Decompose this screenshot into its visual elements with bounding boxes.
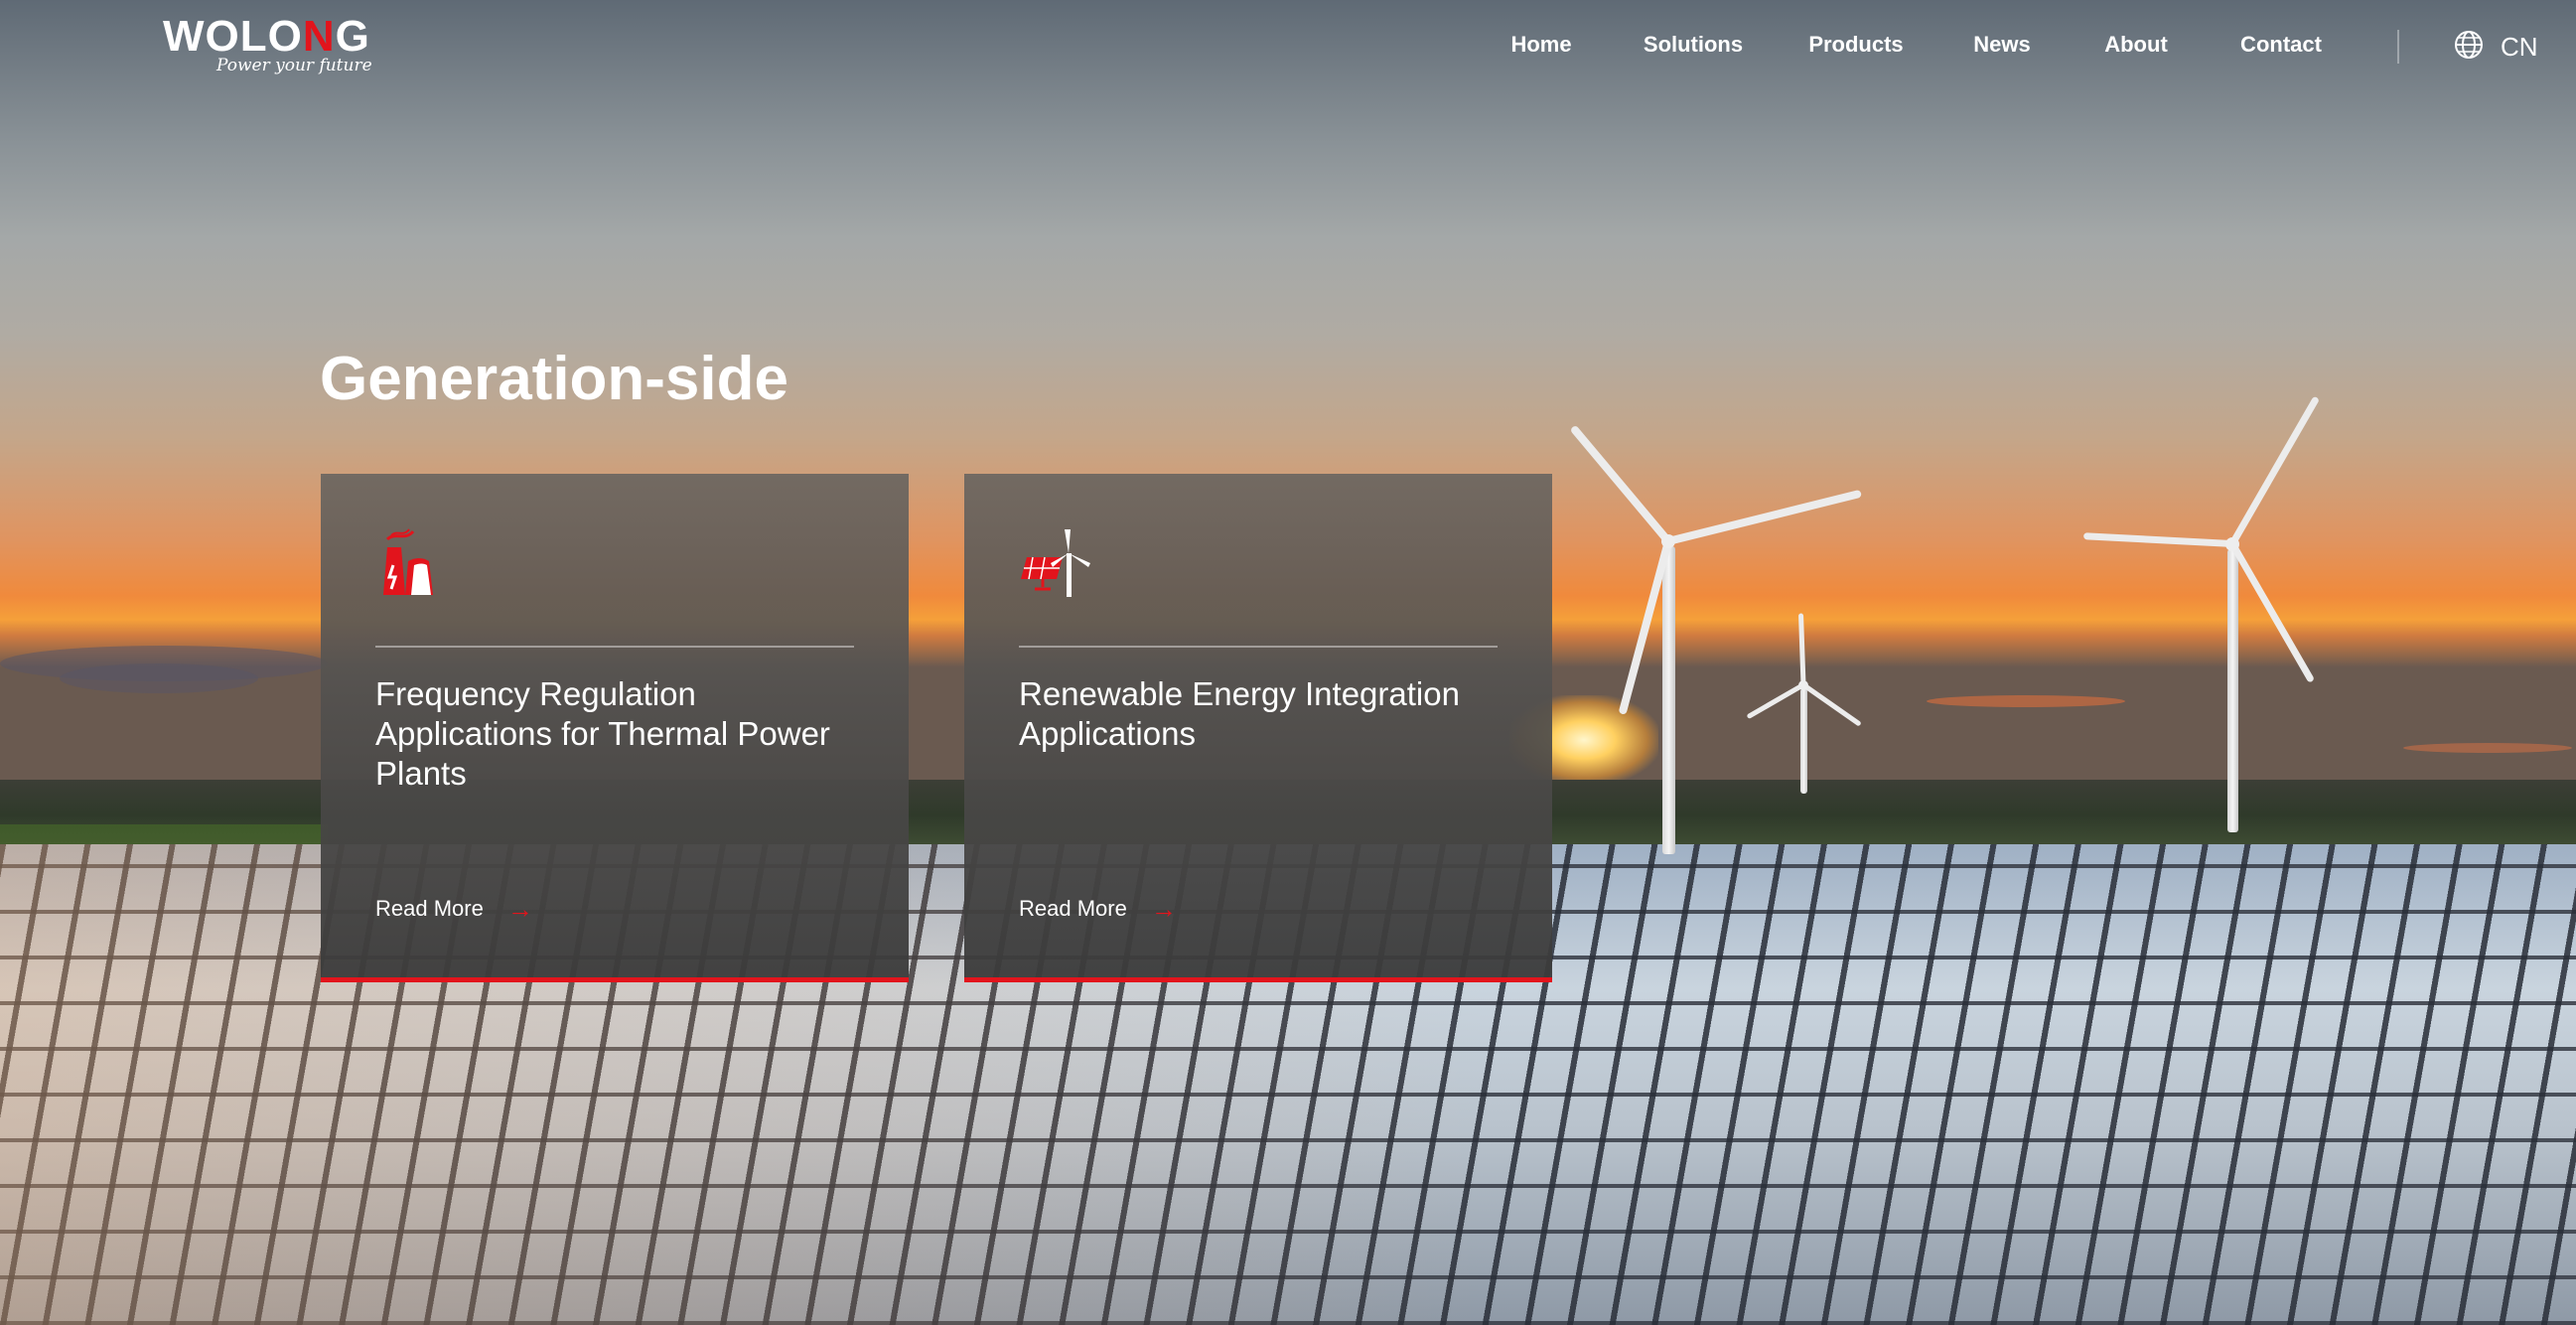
language-switcher[interactable]: CN [2453,30,2538,64]
arrow-right-icon: → [1150,894,1177,924]
nav-solutions[interactable]: Solutions [1644,32,1743,58]
read-more-label: Read More [375,896,484,921]
solution-card-renewable[interactable]: Renewable Energy Integration Application… [964,474,1552,982]
card-title: Renewable Energy Integration Application… [1019,675,1460,752]
nav-products[interactable]: Products [1808,32,1903,58]
read-more-link[interactable]: Read More → [375,896,533,922]
cloud [60,663,258,693]
nav-contact[interactable]: Contact [2240,32,2322,58]
main-nav: Home Solutions Products News About Conta… [0,32,2576,62]
site-header: WOLONG Power your future Home Solutions … [0,0,2576,91]
nav-about[interactable]: About [2104,32,2168,58]
cloud [1927,695,2125,707]
card-divider [1019,646,1498,648]
cloud [2403,743,2572,753]
card-accent-bar [321,977,909,982]
thermal-power-plant-icon [375,527,441,597]
nav-divider [2397,30,2399,64]
card-accent-bar [964,977,1552,982]
read-more-link[interactable]: Read More → [1019,896,1177,922]
arrow-right-icon: → [506,894,533,924]
nav-home[interactable]: Home [1510,32,1571,58]
read-more-label: Read More [1019,896,1127,921]
card-divider [375,646,854,648]
solar-wind-icon [1019,527,1090,597]
card-title: Frequency Regulation Applications for Th… [375,675,830,792]
language-label: CN [2501,31,2538,62]
nav-news[interactable]: News [1973,32,2030,58]
solution-card-thermal[interactable]: Frequency Regulation Applications for Th… [321,474,909,982]
globe-icon [2453,29,2485,66]
section-title: Generation-side [320,345,788,413]
